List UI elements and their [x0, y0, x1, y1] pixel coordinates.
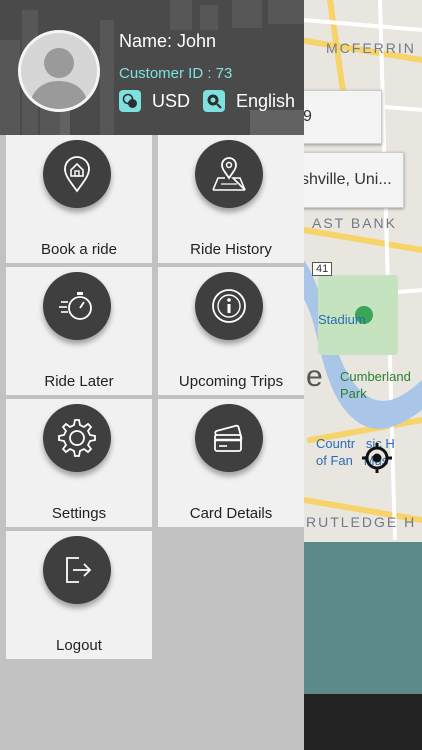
logout-icon: [43, 536, 111, 604]
info-icon: [195, 272, 263, 340]
pickup-value: 9: [303, 108, 312, 125]
menu-label: Settings: [51, 505, 107, 522]
destination-value: shville, Uni...: [301, 171, 392, 188]
menu-upcoming-trips[interactable]: Upcoming Trips: [158, 267, 304, 395]
language-icon: [203, 90, 225, 112]
menu-settings[interactable]: Settings: [6, 399, 152, 527]
menu-book-a-ride[interactable]: Book a ride: [6, 135, 152, 263]
currency-icon: [119, 90, 141, 112]
current-location-button[interactable]: [362, 443, 392, 473]
menu-ride-history[interactable]: Ride History: [158, 135, 304, 263]
credit-card-icon: [195, 404, 263, 472]
home-pin-icon: [43, 140, 111, 208]
language-label: English: [236, 90, 296, 111]
stopwatch-icon: [43, 272, 111, 340]
menu-label: Upcoming Trips: [178, 373, 284, 390]
menu-logout[interactable]: Logout: [6, 531, 152, 659]
user-name: Name: John: [119, 31, 217, 51]
crosshair-icon: [362, 443, 392, 473]
currency-label: USD: [152, 90, 191, 111]
map-label-rutledge: RUTLEDGE H: [306, 514, 417, 530]
drawer-header: Name: John Customer ID : 73 USD English: [0, 0, 304, 135]
map-label-e: e: [306, 360, 323, 393]
map-label-cumberland-park: Cumberland Park: [340, 369, 411, 401]
map-label-stadium: Stadium: [318, 312, 366, 327]
map-label-mcferrin: MCFERRIN: [326, 40, 416, 56]
customer-id: Customer ID : 73: [119, 65, 233, 82]
avatar[interactable]: [18, 30, 100, 112]
language-selector[interactable]: English: [203, 90, 295, 112]
route-shield: 41: [312, 262, 333, 276]
user-silhouette-icon: [29, 48, 89, 109]
gear-icon: [43, 404, 111, 472]
menu-card-details[interactable]: Card Details: [158, 399, 304, 527]
menu-label: Card Details: [189, 505, 273, 522]
menu-label: Ride History: [190, 241, 272, 258]
menu-ride-later[interactable]: Ride Later: [6, 267, 152, 395]
currency-selector[interactable]: USD: [119, 90, 190, 112]
map-pin-icon: [195, 140, 263, 208]
menu-label: Book a ride: [41, 241, 117, 258]
menu-label: Ride Later: [44, 373, 114, 390]
side-drawer: Name: John Customer ID : 73 USD English: [0, 0, 304, 750]
map-label-east-bank: AST BANK: [312, 215, 397, 231]
menu-label: Logout: [56, 637, 102, 654]
